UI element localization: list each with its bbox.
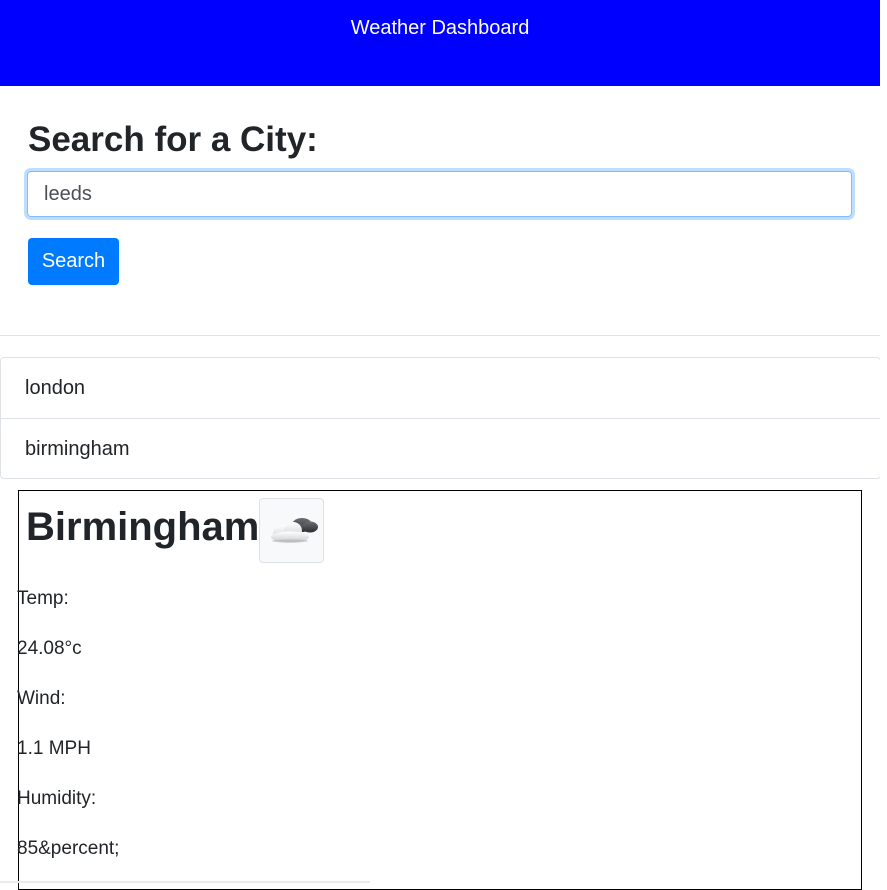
temp-value: 24.08°c <box>17 638 82 659</box>
app-title: Weather Dashboard <box>350 17 530 39</box>
wind-label: Wind: <box>17 688 66 709</box>
cloud-icon-graphic <box>271 518 318 543</box>
city-search-input[interactable] <box>27 171 852 217</box>
header-bar: Weather Dashboard <box>0 0 880 86</box>
right-gutter <box>880 0 887 883</box>
history-item-london[interactable]: london <box>1 358 880 418</box>
city-name: Birmingham <box>26 505 260 549</box>
search-button[interactable]: Search <box>28 238 119 285</box>
humidity-label: Humidity: <box>17 788 97 809</box>
section-divider <box>0 335 880 336</box>
temp-label: Temp: <box>17 588 69 609</box>
search-history-list: london birmingham <box>0 357 881 479</box>
humidity-value: 85&percent; <box>17 838 120 859</box>
history-item-birmingham[interactable]: birmingham <box>1 418 880 478</box>
wind-value: 1.1 MPH <box>17 738 91 759</box>
cloud-icon <box>259 498 324 563</box>
search-heading: Search for a City: <box>28 120 318 159</box>
